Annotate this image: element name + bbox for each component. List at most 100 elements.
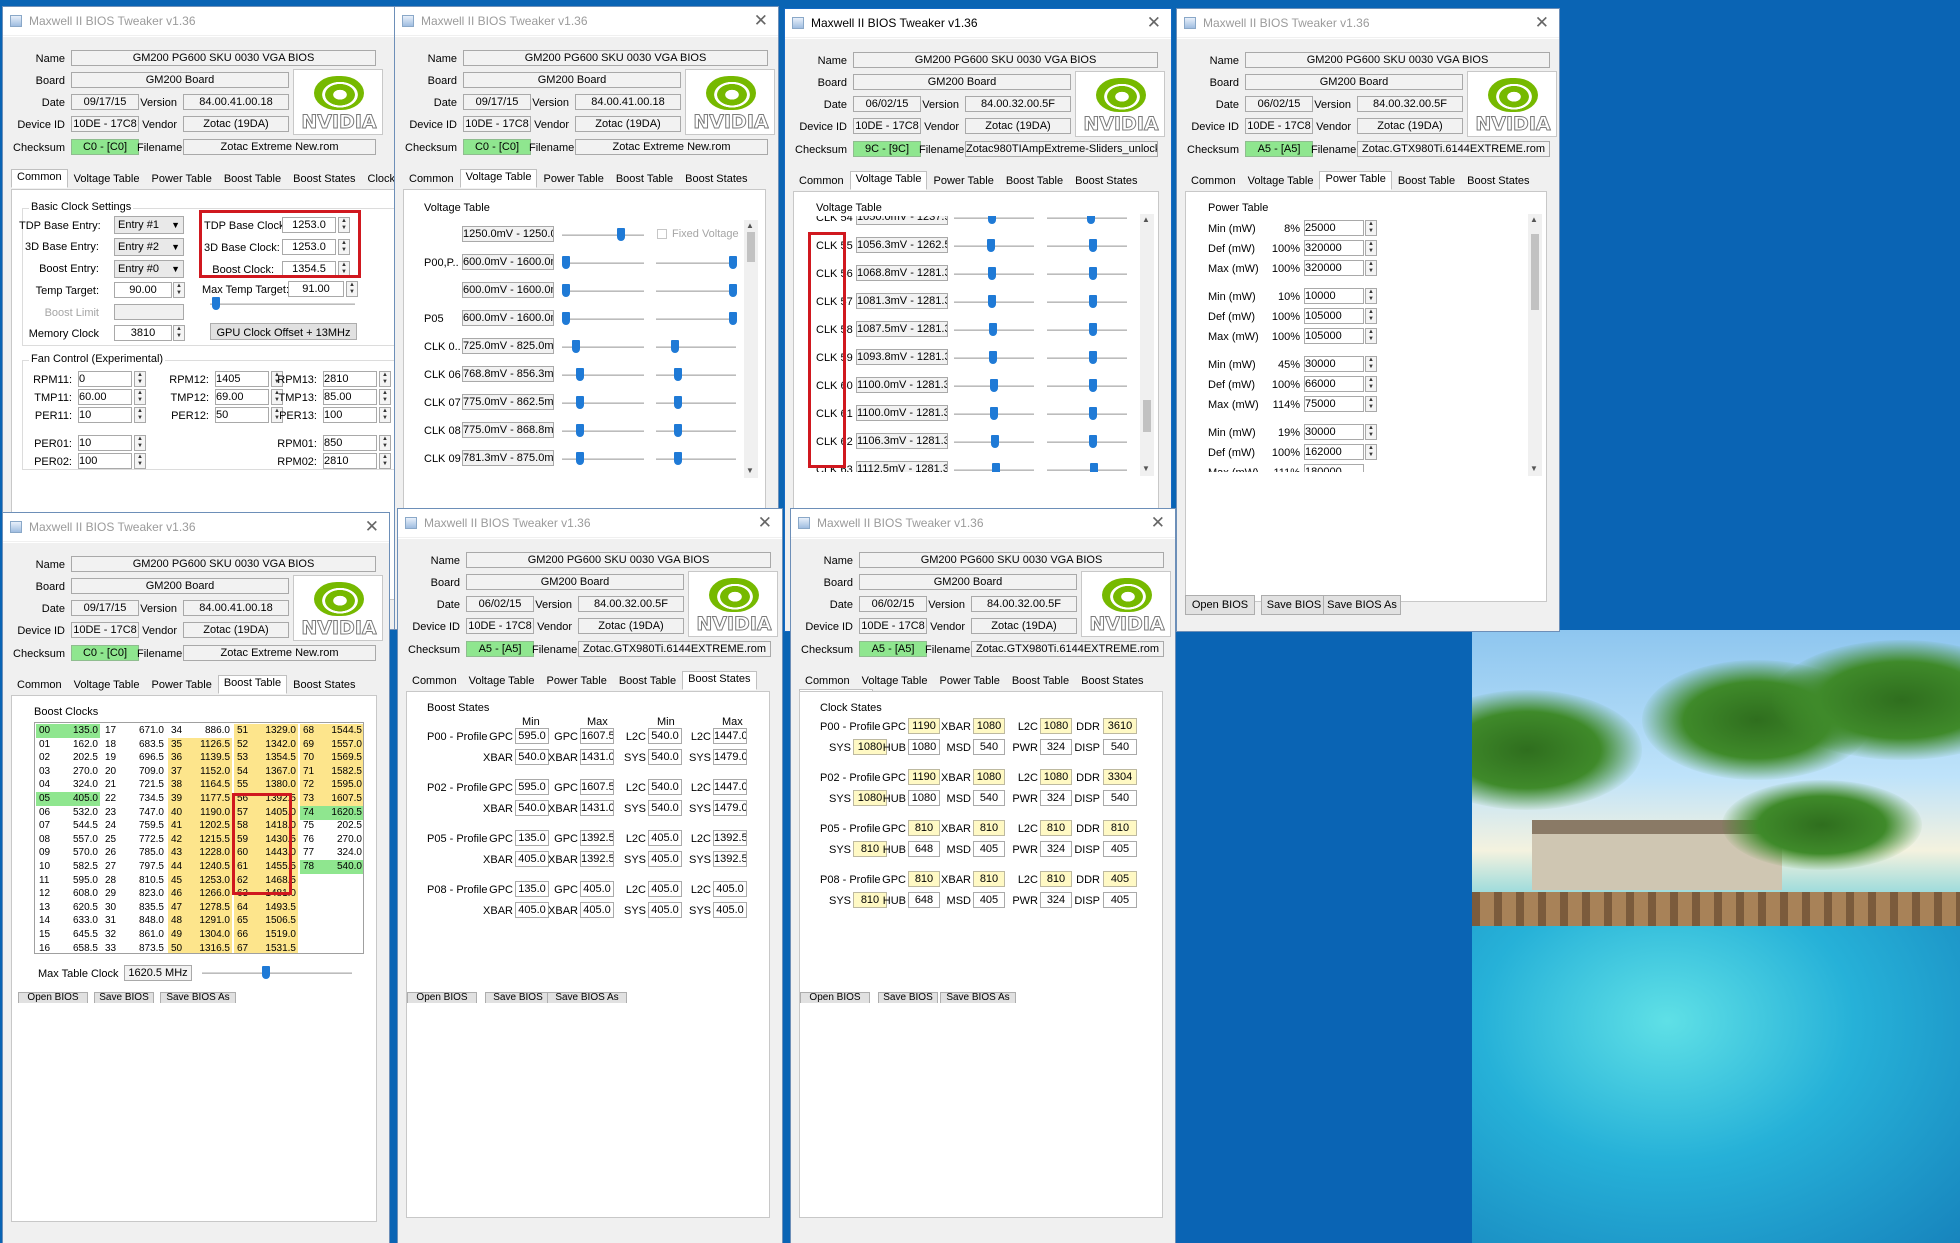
boost-clock-cell[interactable]: 67 1531.5 <box>234 941 298 953</box>
slider-track[interactable] <box>656 458 736 460</box>
l2c-min-field[interactable]: 405.0 <box>648 830 682 846</box>
voltage-range-field[interactable]: 1106.3mV - 1281.3mV <box>856 433 948 449</box>
boost-clock-cell[interactable]: 04 324.0 <box>36 778 100 792</box>
gpc-min-field[interactable]: 595.0 <box>515 728 549 744</box>
boost-clock-cell[interactable]: 14 633.0 <box>36 914 100 928</box>
slider-thumb[interactable] <box>576 396 584 409</box>
slider-thumb[interactable] <box>1089 323 1097 336</box>
ddr-field[interactable]: 3304 <box>1103 769 1137 785</box>
spin-buttons[interactable]: ▲ ▼ <box>338 261 350 277</box>
tab-voltage-table[interactable]: Voltage Table <box>68 171 146 188</box>
boost-clock-cell[interactable]: 21 721.5 <box>102 778 166 792</box>
disp-field[interactable]: 540 <box>1103 790 1137 806</box>
sys-max-field[interactable]: 405.0 <box>713 902 747 918</box>
boost-clock-cell[interactable]: 23 747.0 <box>102 806 166 820</box>
slider-thumb[interactable] <box>988 323 997 336</box>
spin-buttons[interactable]: ▲ ▼ <box>1365 424 1377 440</box>
date-field[interactable]: 06/02/15 <box>859 596 927 612</box>
tab-voltage-table[interactable]: Voltage Table <box>1242 173 1320 190</box>
scroll-up-arrow-icon[interactable]: ▲ <box>1530 215 1538 224</box>
boost-clock-cell[interactable]: 22 734.5 <box>102 792 166 806</box>
ddr-field[interactable]: 3610 <box>1103 718 1137 734</box>
fan-setting-field[interactable]: 85.00 <box>323 389 377 405</box>
tab-power-table[interactable]: Power Table <box>933 673 1005 690</box>
slider-thumb[interactable] <box>1089 295 1097 308</box>
voltage-range-field[interactable]: 768.8mV - 856.3mV <box>462 366 554 382</box>
boost-limit-field[interactable] <box>114 304 184 320</box>
slider-thumb[interactable] <box>262 966 270 979</box>
boost-clock-cell[interactable]: 60 1443.0 <box>234 846 298 861</box>
spin-buttons[interactable]: ▲ ▼ <box>1365 328 1377 344</box>
slider-thumb[interactable] <box>576 452 584 465</box>
board-field[interactable]: GM200 Board <box>1245 74 1463 90</box>
slider-track[interactable] <box>1047 385 1127 387</box>
power-value-field[interactable]: 162000 <box>1304 444 1364 460</box>
boost-clock-cell[interactable]: 59 1430.5 <box>234 832 298 847</box>
bios-name-field[interactable]: GM200 PG600 SKU 0030 VGA BIOS <box>1245 52 1550 68</box>
slider-thumb[interactable] <box>671 340 679 353</box>
slider-track[interactable] <box>562 290 644 292</box>
boost-clock-cell[interactable]: 49 1304.0 <box>168 928 232 942</box>
boost-clock-cell[interactable]: 11 595.0 <box>36 874 100 888</box>
boost-clock-cell[interactable]: 34 886.0 <box>168 724 232 738</box>
boost-clock-cell[interactable]: 74 1620.5 <box>300 805 363 820</box>
scroll-down-arrow-icon[interactable]: ▼ <box>746 466 754 475</box>
spin-buttons[interactable]: ▲ ▼ <box>379 407 391 423</box>
sys-min-field[interactable]: 540.0 <box>648 800 682 816</box>
memory-clock-field[interactable]: 3810 <box>114 325 172 341</box>
filename-field[interactable]: Zotac.GTX980Ti.6144EXTREME.rom <box>971 641 1164 657</box>
slider-thumb[interactable] <box>1087 216 1095 224</box>
device-id-field[interactable]: 10DE - 17C8 <box>859 618 927 634</box>
sys-max-field[interactable]: 1392.5 <box>713 851 747 867</box>
sys-min-field[interactable]: 405.0 <box>648 902 682 918</box>
device-id-field[interactable]: 10DE - 17C8 <box>71 622 139 638</box>
tab-boost-states[interactable]: Boost States <box>287 171 361 188</box>
tab-boost-table[interactable]: Boost Table <box>613 673 682 690</box>
l2c-field[interactable]: 1080 <box>1040 769 1072 785</box>
power-value-field[interactable]: 10000 <box>1304 288 1364 304</box>
slider-track[interactable] <box>562 318 644 320</box>
slider-thumb[interactable] <box>990 435 999 448</box>
slider-thumb[interactable] <box>562 312 570 325</box>
fan-setting-field[interactable]: 60.00 <box>78 389 132 405</box>
fan-setting-field[interactable]: 100 <box>78 453 132 469</box>
slider-thumb[interactable] <box>674 368 682 381</box>
tab-boost-table[interactable]: Boost Table <box>1006 673 1075 690</box>
slider-thumb[interactable] <box>988 216 996 224</box>
slider-thumb[interactable] <box>992 463 1000 472</box>
boost-clock-cell[interactable]: 75 202.5 <box>300 819 363 833</box>
gpc-field[interactable]: 810 <box>908 820 940 836</box>
boost-clock-cell[interactable]: 28 810.5 <box>102 874 166 888</box>
slider-track[interactable] <box>656 318 736 320</box>
boost-clock-cell[interactable]: 36 1139.5 <box>168 751 232 766</box>
voltage-range-field[interactable]: 1056.3mV - 1262.5mV <box>856 237 948 253</box>
scrollbar-thumb[interactable] <box>747 232 755 262</box>
spin-buttons[interactable]: ▲ ▼ <box>134 389 146 405</box>
boost-clock-cell[interactable]: 54 1367.0 <box>234 764 298 779</box>
xbar-field[interactable]: 1080 <box>973 718 1005 734</box>
open-bios-button[interactable]: Open BIOS <box>18 992 88 1003</box>
voltage-range-field[interactable]: 1100.0mV - 1281.3mV <box>856 405 948 421</box>
tab-boost-table[interactable]: Boost Table <box>1000 173 1069 190</box>
voltage-range-field[interactable]: 1081.3mV - 1281.3mV <box>856 293 948 309</box>
title-bar[interactable]: Maxwell II BIOS Tweaker v1.36 ✕ <box>3 513 389 542</box>
boost-clock-cell[interactable]: 18 683.5 <box>102 738 166 752</box>
gpc-max-field[interactable]: 1607.5 <box>580 728 614 744</box>
boost-clock-cell[interactable]: 06 532.0 <box>36 806 100 820</box>
spin-buttons[interactable]: ▲ ▼ <box>1365 220 1377 236</box>
spin-buttons[interactable]: ▲ ▼ <box>338 217 350 233</box>
boost-clock-cell[interactable]: 56 1392.5 <box>234 792 298 806</box>
tdp-base-entry-dropdown[interactable]: Entry #1 ▼ <box>114 216 184 234</box>
boost-clock-cell[interactable]: 05 405.0 <box>36 792 100 806</box>
boost-clock-cell[interactable]: 01 162.0 <box>36 738 100 752</box>
ddr-field[interactable]: 810 <box>1103 820 1137 836</box>
boost-clock-cell[interactable]: 73 1607.5 <box>300 792 363 806</box>
spin-buttons[interactable]: ▲ ▼ <box>338 239 350 255</box>
l2c-min-field[interactable]: 540.0 <box>648 779 682 795</box>
close-icon[interactable]: ✕ <box>758 513 772 533</box>
l2c-max-field[interactable]: 1392.5 <box>713 830 747 846</box>
slider-track[interactable] <box>1047 469 1127 471</box>
boost-clock-cell[interactable]: 26 785.0 <box>102 846 166 860</box>
gpc-max-field[interactable]: 1607.5 <box>580 779 614 795</box>
fan-setting-field[interactable]: 50 <box>215 407 269 423</box>
